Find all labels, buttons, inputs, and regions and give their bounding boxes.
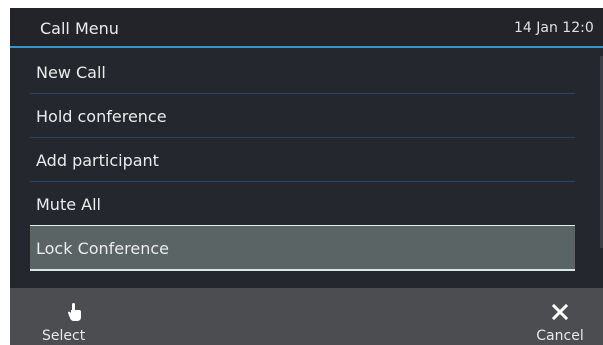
menu-item-label: Add participant bbox=[36, 151, 159, 170]
menu-item-label: Mute All bbox=[36, 195, 101, 214]
cancel-button[interactable]: Cancel bbox=[530, 288, 590, 345]
softkey-bar: Select Cancel bbox=[10, 288, 603, 345]
menu-item-lock-conference[interactable]: Lock Conference bbox=[30, 225, 575, 271]
menu-item-label: Hold conference bbox=[36, 107, 167, 126]
select-button[interactable]: Select bbox=[40, 288, 110, 345]
date-time: 14 Jan 12:0 bbox=[514, 20, 594, 36]
menu-item-mute-all[interactable]: Mute All bbox=[30, 182, 575, 226]
menu-item-add-participant[interactable]: Add participant bbox=[30, 138, 575, 182]
menu-item-label: Lock Conference bbox=[36, 239, 169, 258]
page-title: Call Menu bbox=[40, 19, 119, 38]
header-bar: Call Menu 14 Jan 12:0 bbox=[10, 8, 603, 48]
menu-item-new-call[interactable]: New Call bbox=[30, 50, 575, 94]
close-icon bbox=[550, 302, 570, 322]
menu-item-label: New Call bbox=[36, 63, 106, 82]
menu-item-hold-conference[interactable]: Hold conference bbox=[30, 94, 575, 138]
call-menu-list: New Call Hold conference Add participant… bbox=[30, 50, 575, 271]
phone-screen: Call Menu 14 Jan 12:0 New Call Hold conf… bbox=[10, 8, 603, 345]
select-label: Select bbox=[42, 328, 86, 344]
cancel-label: Cancel bbox=[536, 328, 584, 344]
hand-pointer-icon bbox=[65, 302, 85, 322]
